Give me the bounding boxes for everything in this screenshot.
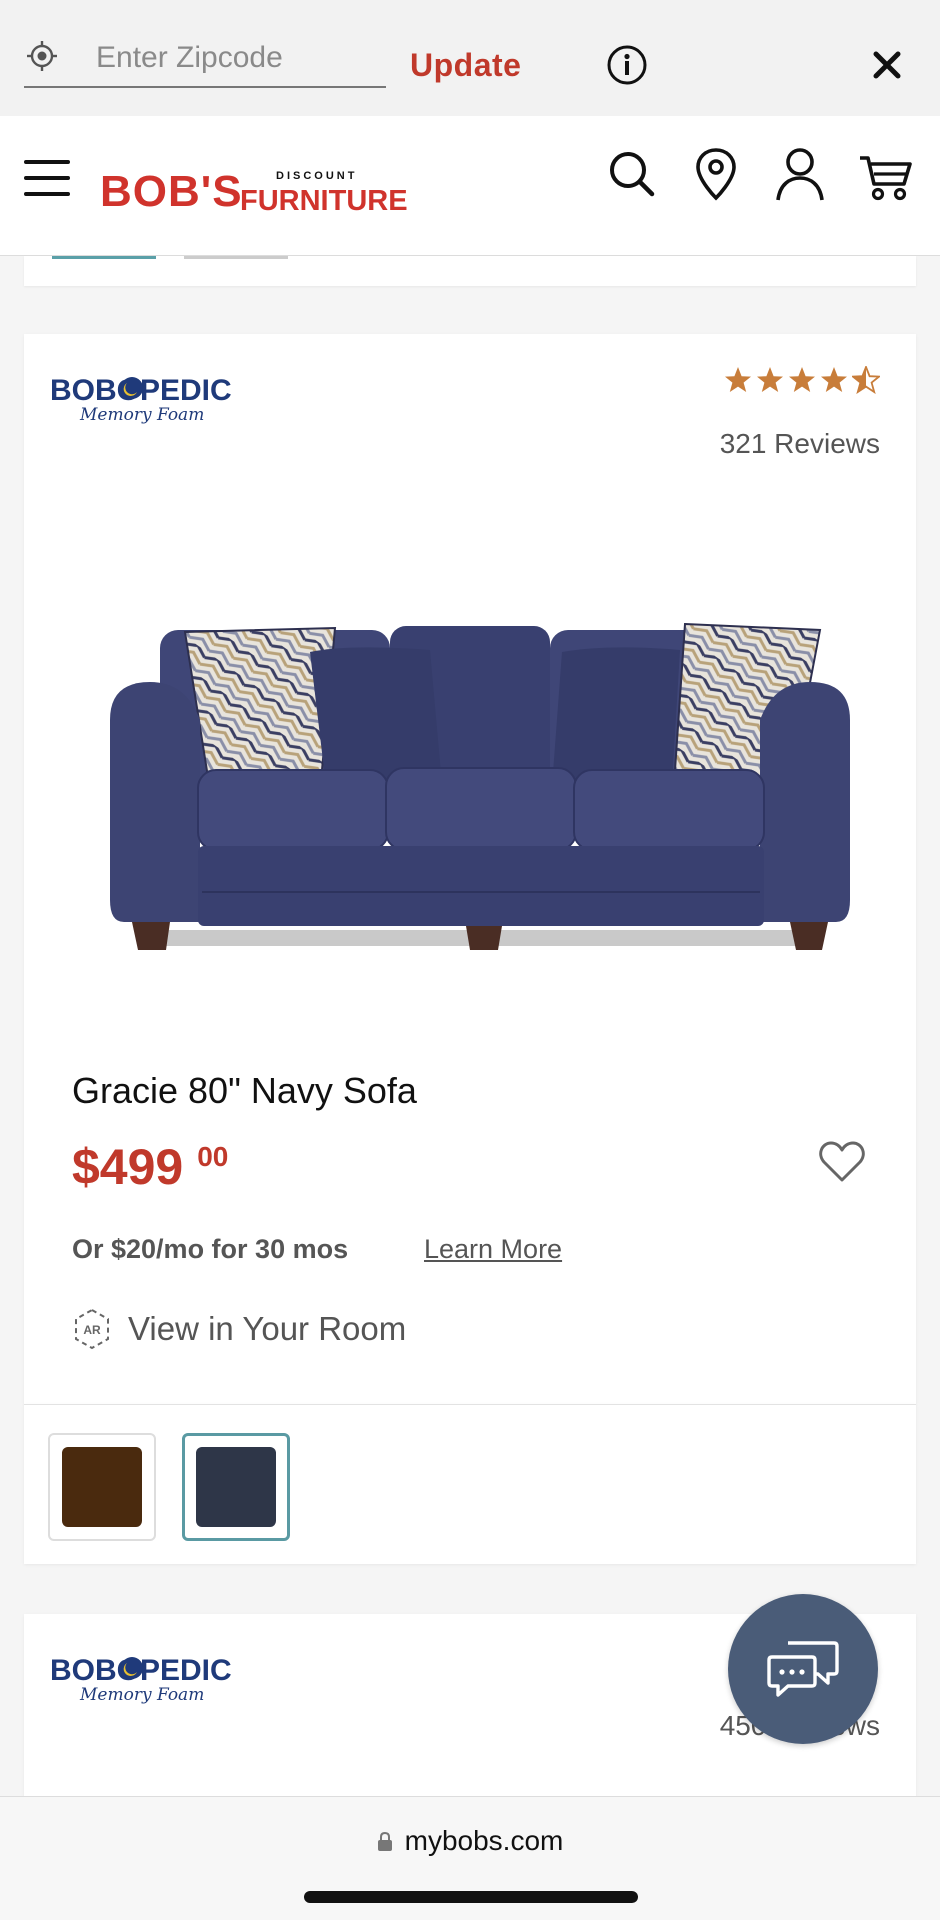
product-price: $499 00 — [72, 1140, 228, 1194]
product-title[interactable]: Gracie 80" Navy Sofa — [72, 1070, 417, 1112]
financing-text: Or $20/mo for 30 mos — [72, 1234, 349, 1264]
star-full-icon — [821, 367, 847, 392]
swatch-brown[interactable] — [48, 1433, 156, 1541]
zipcode-bar: Update — [0, 0, 940, 116]
previous-product-card — [24, 256, 916, 286]
swatch-navy-selected[interactable] — [182, 1433, 290, 1541]
url-display[interactable]: mybobs.com — [0, 1825, 940, 1857]
star-full-icon — [725, 367, 751, 392]
home-indicator — [304, 1891, 638, 1903]
browser-address-bar[interactable]: mybobs.com — [0, 1796, 940, 1920]
lock-icon — [377, 1832, 392, 1851]
bobopedic-logo: BOBOPEDIC Memory Foam — [50, 1654, 232, 1705]
heart-icon[interactable] — [818, 1140, 866, 1184]
color-swatches — [24, 1404, 916, 1564]
update-button[interactable]: Update — [410, 40, 521, 90]
previous-swatch[interactable] — [184, 256, 288, 259]
account-icon[interactable] — [772, 144, 828, 204]
site-header: BOB'S DISCOUNT FURNITURE — [0, 116, 940, 256]
chat-bubbles-icon — [767, 1641, 839, 1697]
zipcode-input[interactable] — [96, 38, 376, 78]
logo-text: BOB'S — [100, 167, 243, 216]
star-full-icon — [757, 367, 783, 392]
chat-button[interactable] — [728, 1594, 878, 1744]
price-cents: 00 — [197, 1141, 229, 1172]
star-half-icon — [852, 366, 880, 394]
ar-cube-icon: AR — [75, 1308, 109, 1350]
swatch-fill-navy — [196, 1447, 276, 1527]
location-target-icon — [27, 41, 57, 71]
close-icon[interactable] — [868, 46, 906, 84]
info-icon[interactable] — [606, 44, 648, 86]
next-brand-subname: Memory Foam — [79, 1685, 204, 1705]
zipcode-field — [24, 36, 386, 88]
site-logo[interactable]: BOB'S DISCOUNT FURNITURE — [100, 156, 410, 222]
view-in-room-button[interactable]: AR View in Your Room — [72, 1308, 406, 1350]
price-dollars: $499 — [72, 1139, 184, 1195]
logo-subtext-top: DISCOUNT — [276, 170, 357, 182]
product-card[interactable]: BOBOPEDIC Memory Foam 321 Reviews — [24, 334, 916, 1404]
logo-subtext: FURNITURE — [240, 185, 408, 217]
ar-icon-label: AR — [83, 1323, 101, 1337]
search-icon[interactable] — [604, 144, 660, 204]
product-image[interactable] — [90, 570, 870, 960]
previous-swatch-selected[interactable] — [52, 256, 156, 259]
swatch-fill-brown — [62, 1447, 142, 1527]
store-locator-icon[interactable] — [688, 144, 744, 204]
review-count[interactable]: 321 Reviews — [720, 428, 880, 460]
menu-icon[interactable] — [24, 158, 72, 198]
star-full-icon — [789, 367, 815, 392]
rating-stars — [724, 366, 880, 394]
url-text: mybobs.com — [404, 1825, 564, 1856]
view-in-room-label: View in Your Room — [128, 1310, 407, 1347]
cart-icon[interactable] — [858, 144, 914, 204]
bobopedic-logo: BOBOPEDIC Memory Foam — [50, 374, 232, 425]
learn-more-link[interactable]: Learn More — [424, 1234, 562, 1265]
brand-subname: Memory Foam — [79, 405, 204, 425]
